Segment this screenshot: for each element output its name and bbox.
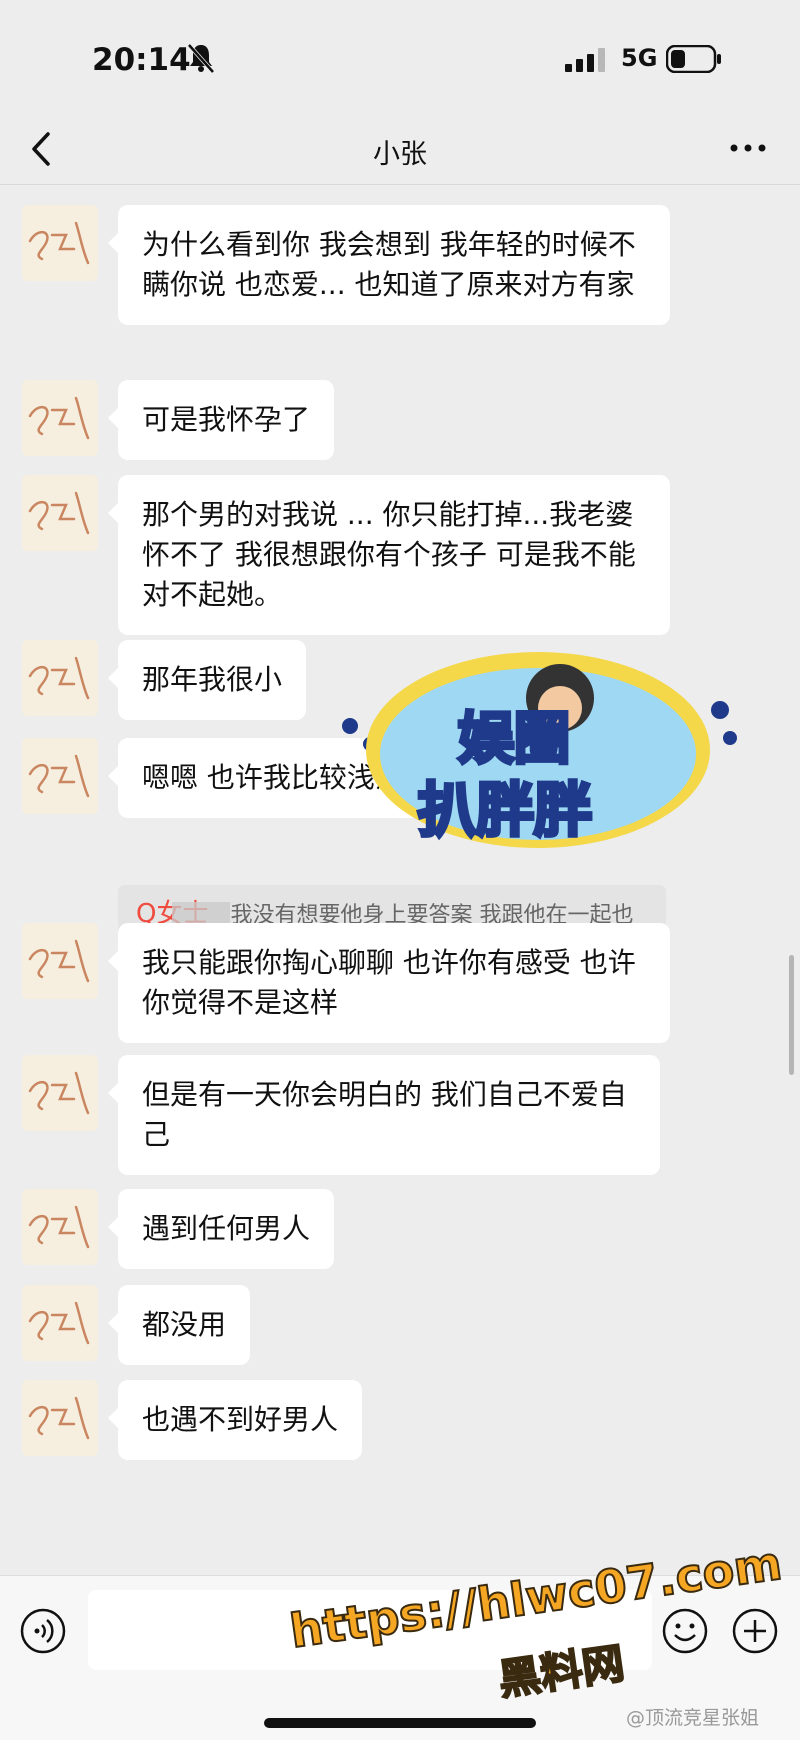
chat-messages[interactable]: 为什么看到你 我会想到 我年轻的时候不瞒你说 也恋爱... 也知道了原来对方有家…: [0, 185, 800, 1575]
emoji-icon[interactable]: [660, 1606, 710, 1656]
bell-muted-icon: [187, 43, 215, 74]
status-bar: 20:14 5G: [0, 0, 800, 118]
home-indicator: [264, 1718, 536, 1728]
avatar[interactable]: [22, 1380, 98, 1456]
avatar[interactable]: [22, 923, 98, 999]
message-bubble: 都没用: [107, 1285, 251, 1365]
watermark-weibo: @顶流竞星张姐: [626, 1707, 760, 1729]
avatar[interactable]: [22, 1285, 98, 1361]
status-time: 20:14: [92, 42, 191, 78]
network-type: 5G: [621, 44, 658, 72]
avatar[interactable]: [22, 1189, 98, 1265]
avatar[interactable]: [22, 640, 98, 716]
message-bubble: 可是我怀孕了: [107, 380, 335, 460]
message-bubble: 遇到任何男人: [107, 1189, 335, 1269]
message-bubble: 为什么看到你 我会想到 我年轻的时候不瞒你说 也恋爱... 也知道了原来对方有家: [108, 205, 670, 325]
message-bubble: 但是有一天你会明白的 我们自己不爱自己: [108, 1055, 660, 1175]
message-bubble: 我只能跟你掏心聊聊 也许你有感受 也许你觉得不是这样: [108, 923, 670, 1043]
message-bubble: 那年我很小: [107, 640, 307, 720]
logo-line1: 娱圈: [458, 707, 570, 772]
avatar[interactable]: [22, 738, 98, 814]
avatar[interactable]: [22, 380, 98, 456]
voice-icon[interactable]: [18, 1606, 68, 1656]
plus-icon[interactable]: [730, 1606, 780, 1656]
more-icon[interactable]: [726, 138, 770, 158]
signal-icon: [565, 48, 605, 72]
message-bubble: 那个男的对我说 ... 你只能打掉...我老婆怀不了 我很想跟你有个孩子 可是我…: [108, 475, 670, 635]
scrollbar[interactable]: [789, 955, 794, 1075]
avatar[interactable]: [22, 205, 98, 281]
message-bubble: 也遇不到好男人: [107, 1380, 363, 1460]
chat-header: 小张: [0, 118, 800, 185]
battery-icon: [666, 45, 721, 73]
avatar[interactable]: [22, 1055, 98, 1131]
watermark-logo: 娱圈 扒胖胖: [342, 652, 737, 848]
logo-line2: 扒胖胖: [418, 776, 592, 844]
avatar[interactable]: [22, 475, 98, 551]
chat-title: 小张: [373, 139, 427, 170]
